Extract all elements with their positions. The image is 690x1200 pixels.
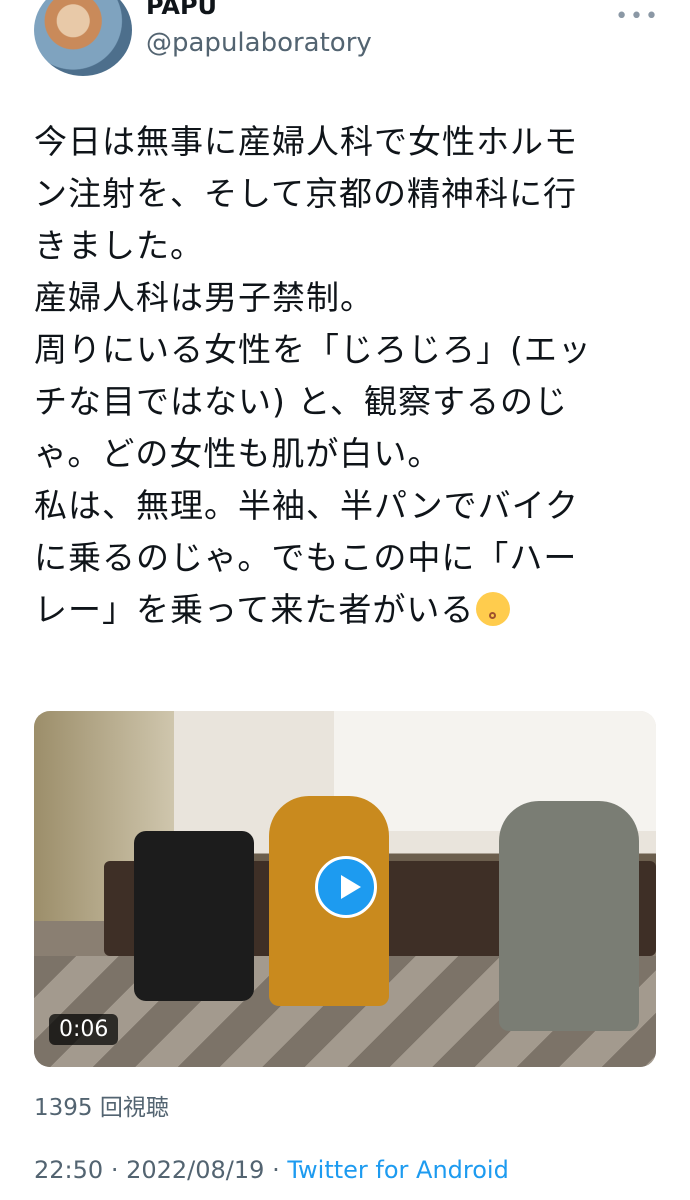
tweet-time: 22:50 (34, 1156, 104, 1184)
tweet-text: 今日は無事に産婦人科で女性ホルモ ン注射を、そして京都の精神科に行 きました。 … (34, 116, 660, 636)
author-name[interactable]: PAPU (146, 0, 217, 20)
tweet-date: 2022/08/19 (126, 1156, 265, 1184)
video-player[interactable]: 0:06 (34, 711, 656, 1067)
tweet-text-line: に乗るのじゃ。でもこの中に「ハー (34, 538, 578, 577)
kissing-face-icon (476, 592, 511, 626)
tweet-meta: 22:50 · 2022/08/19 · Twitter for Android (34, 1156, 509, 1184)
more-options-icon[interactable]: ••• (615, 4, 660, 29)
tweet-text-line: 今日は無事に産婦人科で女性ホルモ (34, 122, 578, 161)
video-duration: 0:06 (49, 1014, 119, 1045)
video-frame-stroller (134, 831, 254, 1001)
video-frame-person (499, 801, 639, 1031)
play-button[interactable] (315, 856, 377, 918)
tweet-text-line: ゃ。どの女性も肌が白い。 (34, 434, 442, 473)
meta-separator: · (110, 1156, 119, 1184)
meta-separator: · (272, 1156, 280, 1184)
tweet-text-line: レー」を乗って来た者がいる (34, 590, 475, 629)
view-count: 1395 回視聴 (34, 1095, 169, 1121)
tweet-text-line-last: レー」を乗って来た者がいる (34, 584, 660, 636)
tweet-text-line: 周りにいる女性を「じろじろ」(エッ (34, 330, 592, 369)
tweet-text-line: 産婦人科は男子禁制。 (34, 278, 374, 317)
author-handle[interactable]: @papulaboratory (146, 28, 372, 58)
tweet-text-line: チな目ではない) と、観察するのじ (34, 382, 569, 421)
tweet-text-line: 私は、無理。半袖、半パンでバイク (34, 486, 579, 525)
tweet-source-link[interactable]: Twitter for Android (287, 1156, 508, 1184)
avatar[interactable] (34, 0, 132, 76)
tweet-text-line: ン注射を、そして京都の精神科に行 (34, 174, 578, 213)
tweet-text-line: きました。 (34, 226, 204, 265)
